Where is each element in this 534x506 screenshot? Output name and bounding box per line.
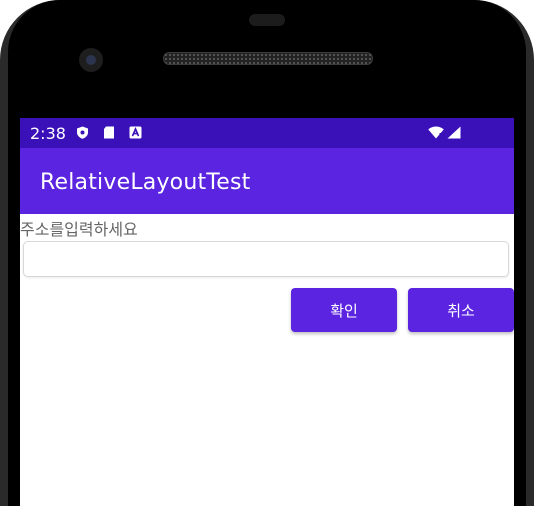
speaker-grille: [163, 52, 373, 65]
app-bar: RelativeLayoutTest: [20, 148, 514, 214]
status-bar: 2:38: [20, 118, 514, 148]
cancel-button[interactable]: 취소: [408, 288, 514, 332]
app-a-icon: [129, 126, 142, 139]
status-time: 2:38: [30, 124, 66, 143]
cancel-button-label: 취소: [447, 301, 475, 320]
sd-card-icon: [104, 126, 114, 139]
wifi-icon: [428, 126, 444, 139]
shield-icon: [77, 126, 88, 139]
address-label: 주소를입력하세요: [20, 220, 138, 239]
phone-device: 2:38 RelativeLayoutTest 주소를입력하세요 확인 취소: [0, 0, 534, 506]
front-camera: [79, 48, 103, 72]
signal-icon: [447, 126, 461, 139]
address-input[interactable]: [23, 241, 509, 277]
app-title: RelativeLayoutTest: [40, 170, 251, 195]
earpiece-slot: [249, 14, 285, 26]
ok-button-label: 확인: [330, 301, 358, 320]
ok-button[interactable]: 확인: [291, 288, 397, 332]
app-screen: 2:38 RelativeLayoutTest 주소를입력하세요 확인 취소: [20, 118, 514, 506]
